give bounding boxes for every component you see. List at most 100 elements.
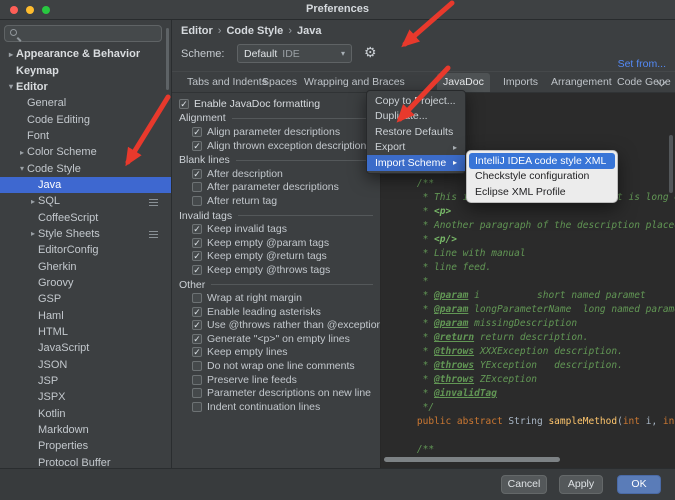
sidebar-item-coffeescript[interactable]: CoffeeScript (0, 209, 172, 225)
code-segment: * Line with manual (394, 248, 526, 259)
checkbox-box[interactable] (192, 182, 202, 192)
sidebar-item-java[interactable]: Java (0, 177, 172, 193)
sidebar-item-code-editing[interactable]: Code Editing (0, 111, 172, 127)
sidebar-item-kotlin[interactable]: Kotlin (0, 406, 172, 422)
cancel-button[interactable]: Cancel (501, 475, 547, 494)
checkbox-keep-invalid-tags[interactable]: ✓Keep invalid tags (179, 222, 373, 236)
menu-item-export[interactable]: Export▸ (367, 140, 465, 156)
checkbox-align-thrown-exception-descriptions[interactable]: ✓Align thrown exception descriptions (179, 139, 373, 153)
checkbox-keep-empty-param-tags[interactable]: ✓Keep empty @param tags (179, 236, 373, 250)
horizontal-scrollbar-thumb[interactable] (384, 457, 560, 462)
code-line: * @param i short named paramet (394, 289, 675, 303)
checkbox-parameter-descriptions-on-new-line[interactable]: Parameter descriptions on new line (179, 386, 373, 400)
checkbox-do-not-wrap-one-line-comments[interactable]: Do not wrap one line comments (179, 359, 373, 373)
chevron-right-icon[interactable]: ▸ (28, 197, 38, 206)
checkbox-box[interactable]: ✓ (192, 169, 202, 179)
sidebar-item-gherkin[interactable]: Gherkin (0, 258, 172, 274)
checkbox-preserve-line-feeds[interactable]: Preserve line feeds (179, 373, 373, 387)
set-from-link[interactable]: Set from... (618, 58, 666, 70)
sidebar-item-general[interactable]: General (0, 95, 172, 111)
checkbox-box[interactable] (192, 375, 202, 385)
sidebar-item-jspx[interactable]: JSPX (0, 389, 172, 405)
ok-button[interactable]: OK (617, 475, 661, 494)
scheme-dropdown[interactable]: Default IDE ▾ (237, 44, 352, 63)
checkbox-box[interactable]: ✓ (192, 307, 202, 317)
sidebar-item-code-style[interactable]: ▾Code Style (0, 160, 172, 176)
sidebar-item-haml[interactable]: Haml (0, 308, 172, 324)
checkbox-wrap-at-right-margin[interactable]: Wrap at right margin (179, 291, 373, 305)
code-line: * <p> (394, 205, 675, 219)
menu-item-import-scheme[interactable]: Import Scheme▸ (367, 155, 465, 171)
sidebar-item-groovy[interactable]: Groovy (0, 275, 172, 291)
checkbox-box[interactable]: ✓ (192, 224, 202, 234)
sidebar-item-appearance-behavior[interactable]: ▸Appearance & Behavior (0, 46, 172, 62)
sidebar-item-style-sheets[interactable]: ▸Style Sheets (0, 226, 172, 242)
sidebar-item-sql[interactable]: ▸SQL (0, 193, 172, 209)
checkbox-box[interactable] (192, 293, 202, 303)
chevron-right-icon[interactable]: ▸ (17, 148, 27, 157)
tab-spaces[interactable]: Spaces (256, 73, 303, 92)
title-bar[interactable]: Preferences (0, 0, 675, 20)
checkbox-box[interactable] (192, 388, 202, 398)
checkbox-after-return-tag[interactable]: After return tag (179, 194, 373, 208)
sidebar-item-properties[interactable]: Properties (0, 438, 172, 454)
minimize-button[interactable] (26, 6, 34, 14)
checkbox-box[interactable]: ✓ (192, 320, 202, 330)
sidebar-item-jsp[interactable]: JSP (0, 373, 172, 389)
sidebar-item-label: Code Style (27, 163, 81, 175)
checkbox-box[interactable] (192, 196, 202, 206)
sidebar-item-markdown[interactable]: Markdown (0, 422, 172, 438)
tab-arrangement[interactable]: Arrangement (545, 73, 618, 92)
apply-button[interactable]: Apply (559, 475, 603, 494)
checkbox-after-parameter-descriptions[interactable]: After parameter descriptions (179, 181, 373, 195)
checkbox-after-description[interactable]: ✓After description (179, 167, 373, 181)
sidebar-item-font[interactable]: Font (0, 128, 172, 144)
submenu-item-checkstyle-configuration[interactable]: Checkstyle configuration (467, 169, 617, 185)
checkbox-box[interactable]: ✓ (192, 347, 202, 357)
checkbox-box[interactable]: ✓ (179, 99, 189, 109)
breadcrumb-separator: › (218, 25, 222, 37)
chevron-right-icon[interactable]: ▸ (6, 50, 16, 59)
chevron-right-icon[interactable]: ▸ (28, 229, 38, 238)
checkbox-box[interactable]: ✓ (192, 265, 202, 275)
sidebar-item-color-scheme[interactable]: ▸Color Scheme (0, 144, 172, 160)
sidebar-item-gsp[interactable]: GSP (0, 291, 172, 307)
close-button[interactable] (10, 6, 18, 14)
search-input[interactable] (23, 28, 157, 40)
checkbox-box[interactable]: ✓ (192, 334, 202, 344)
submenu-item-eclipse-xml-profile[interactable]: Eclipse XML Profile (467, 184, 617, 200)
sidebar-item-protocol-buffer[interactable]: Protocol Buffer (0, 455, 172, 468)
sidebar-item-json[interactable]: JSON (0, 357, 172, 373)
checkbox-box[interactable]: ✓ (192, 127, 202, 137)
gear-icon[interactable]: ⚙ (364, 42, 377, 62)
menu-item-copy-to-project[interactable]: Copy to Project... (367, 93, 465, 109)
checkbox-indent-continuation-lines[interactable]: Indent continuation lines (179, 400, 373, 414)
checkbox-box[interactable]: ✓ (192, 238, 202, 248)
sidebar-item-html[interactable]: HTML (0, 324, 172, 340)
checkbox-generate-p-on-empty-lines[interactable]: ✓Generate "<p>" on empty lines (179, 332, 373, 346)
dialog-button-bar: Cancel Apply OK (0, 468, 675, 500)
submenu-item-intellij-idea-code-style-xml[interactable]: IntelliJ IDEA code style XML (469, 153, 615, 169)
checkbox-box[interactable] (192, 402, 202, 412)
checkbox-keep-empty-throws-tags[interactable]: ✓Keep empty @throws tags (179, 263, 373, 277)
checkbox-box[interactable] (192, 361, 202, 371)
checkbox-use-throws-rather-than-exception[interactable]: ✓Use @throws rather than @exception (179, 319, 373, 333)
checkbox-keep-empty-lines[interactable]: ✓Keep empty lines (179, 346, 373, 360)
menu-item-restore-defaults[interactable]: Restore Defaults (367, 124, 465, 140)
search-box[interactable] (4, 25, 162, 42)
checkbox-enable-javadoc-formatting[interactable]: ✓Enable JavaDoc formatting (179, 97, 373, 111)
chevron-down-icon[interactable]: ▾ (17, 164, 27, 173)
checkbox-align-parameter-descriptions[interactable]: ✓Align parameter descriptions (179, 125, 373, 139)
sidebar-item-javascript[interactable]: JavaScript (0, 340, 172, 356)
checkbox-box[interactable]: ✓ (192, 141, 202, 151)
breadcrumb-code-style[interactable]: Code Style (226, 25, 283, 37)
tab-imports[interactable]: Imports (497, 73, 544, 92)
menu-item-duplicate[interactable]: Duplicate... (367, 109, 465, 125)
breadcrumb-editor[interactable]: Editor (181, 25, 213, 37)
checkbox-enable-leading-asterisks[interactable]: ✓Enable leading asterisks (179, 305, 373, 319)
checkbox-keep-empty-return-tags[interactable]: ✓Keep empty @return tags (179, 250, 373, 264)
zoom-button[interactable] (42, 6, 50, 14)
checkbox-box[interactable]: ✓ (192, 251, 202, 261)
vertical-scrollbar-thumb[interactable] (669, 135, 673, 193)
sidebar-item-editorconfig[interactable]: EditorConfig (0, 242, 172, 258)
